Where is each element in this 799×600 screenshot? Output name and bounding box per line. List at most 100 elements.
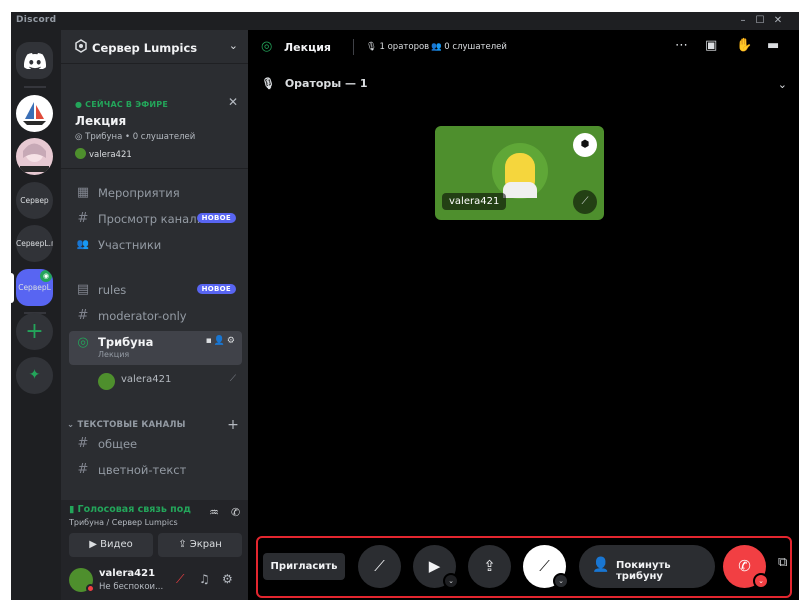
leave-user-icon: 👤 bbox=[592, 557, 610, 573]
hashtag-icon: # bbox=[77, 436, 89, 451]
stage-icon: ◎ bbox=[77, 335, 89, 350]
channel-color-text[interactable]: # цветной-текст bbox=[69, 458, 242, 482]
nav-browse-channels[interactable]: # Просмотр канал... НОВОЕ bbox=[69, 207, 242, 231]
username[interactable]: valera421 bbox=[99, 568, 155, 579]
nav-members-label: Участники bbox=[98, 238, 162, 252]
stage-control-bar: Пригласить ⟋ ▶ ⌄ ⇪ ⟋ ⌄ 👤 Покинуть трибун… bbox=[256, 536, 792, 598]
speaker-mute-button[interactable]: ⟋ ⌄ bbox=[523, 545, 569, 589]
nav-events-label: Мероприятия bbox=[98, 186, 180, 200]
members-icon: 👥 bbox=[76, 239, 90, 250]
invite-icon[interactable]: 👤 bbox=[214, 336, 227, 346]
signal-icon: ▮ bbox=[69, 504, 75, 515]
server-boost-icon bbox=[75, 39, 87, 53]
noise-suppression-icon[interactable]: ♒ bbox=[209, 506, 219, 519]
mic-toggle-button[interactable]: ⟋ bbox=[358, 545, 401, 588]
chat-icon[interactable]: ▬ bbox=[767, 38, 779, 53]
channel-color-label: цветной-текст bbox=[98, 463, 187, 477]
mic-muted-icon[interactable]: ⟋ bbox=[176, 572, 184, 587]
channel-general[interactable]: # общее bbox=[69, 432, 242, 456]
explore-servers-button[interactable]: ✦ bbox=[16, 357, 53, 394]
speaker-tile[interactable]: ⬢ valera421 ⟋ bbox=[435, 126, 604, 220]
video-button[interactable]: ▶ Видео bbox=[69, 533, 153, 557]
stage-icon: ◎ bbox=[75, 132, 83, 142]
participant-name: valera421 bbox=[121, 374, 172, 385]
server-serverl-active[interactable]: СерверL ◉ bbox=[16, 269, 53, 306]
nav-browse-label: Просмотр канал... bbox=[98, 212, 208, 226]
discord-logo-icon bbox=[24, 53, 46, 69]
screen-share-button[interactable]: ⇪ Экран bbox=[158, 533, 242, 557]
nav-members[interactable]: 👥 Участники bbox=[69, 233, 242, 257]
channel-actions: ▪👤⚙ bbox=[206, 336, 237, 346]
leave-stage-button[interactable]: 👤 Покинуть трибуну bbox=[579, 545, 715, 588]
live-badge: ● СЕЙЧАС В ЭФИРЕ bbox=[75, 100, 169, 109]
speakers-count: 🎙 1 ораторов bbox=[366, 42, 430, 52]
add-server-button[interactable]: + bbox=[16, 313, 53, 350]
home-button[interactable] bbox=[16, 42, 53, 79]
raise-hand-icon[interactable]: ✋ bbox=[736, 38, 752, 53]
live-meta: ◎ Трибуна • 0 слушателей bbox=[75, 132, 196, 142]
screen-share-button[interactable]: ⇪ bbox=[468, 545, 511, 588]
server-boat[interactable] bbox=[16, 95, 53, 132]
text-channels-category[interactable]: ⌄ ТЕКСТОВЫЕ КАНАЛЫ + bbox=[67, 417, 242, 433]
nav-events[interactable]: ▦ Мероприятия bbox=[69, 181, 242, 205]
add-channel-icon[interactable]: + bbox=[227, 417, 239, 433]
camera-icon: ▶ bbox=[89, 539, 97, 550]
mic-icon: 🎙 bbox=[261, 77, 275, 90]
voice-location: Трибуна / Сервер Lumpics bbox=[69, 518, 178, 527]
avatar bbox=[98, 373, 115, 390]
speaker-avatar-shirt bbox=[503, 182, 537, 198]
stage-icon: ◎ bbox=[261, 39, 273, 54]
chat-icon[interactable]: ▪ bbox=[206, 336, 214, 346]
disconnect-icon[interactable]: ✆ bbox=[231, 506, 240, 519]
voice-status[interactable]: ▮ Голосовая связь под bbox=[69, 504, 191, 515]
chevron-down-icon[interactable]: ⌄ bbox=[753, 573, 769, 589]
user-status: Не беспокои... bbox=[99, 582, 164, 592]
inbox-icon[interactable]: ▣ bbox=[705, 38, 717, 53]
hashtag-icon: # bbox=[77, 308, 89, 323]
title-bar: Discord – ☐ ✕ bbox=[11, 12, 799, 30]
rail-divider bbox=[24, 86, 46, 88]
live-user: valera421 bbox=[75, 148, 132, 160]
mic-muted-icon: ⟋ bbox=[229, 374, 236, 384]
gear-icon[interactable]: ⚙ bbox=[222, 572, 233, 586]
calendar-icon: ▦ bbox=[76, 185, 90, 200]
stage-header: ◎ Лекция 🎙 1 ораторов 👥 0 слушателей ⋯ ▣… bbox=[248, 30, 799, 64]
server-serverl-label: СерверL bbox=[18, 283, 51, 292]
hashtag-search-icon: # bbox=[77, 211, 89, 226]
channel-moderator-only[interactable]: # moderator-only bbox=[69, 304, 242, 328]
popout-icon[interactable]: ⧉ bbox=[778, 555, 787, 570]
camera-button[interactable]: ▶ ⌄ bbox=[413, 545, 459, 589]
channel-rules[interactable]: ▤ rules НОВОЕ bbox=[69, 278, 242, 302]
invite-button[interactable]: Пригласить bbox=[263, 553, 345, 580]
server-name: Сервер Lumpics bbox=[92, 41, 198, 55]
speakers-header[interactable]: 🎙 Ораторы — 1 bbox=[261, 77, 368, 90]
disconnect-button[interactable]: ✆ ⌄ bbox=[723, 545, 769, 589]
headphones-icon[interactable]: ♫ bbox=[199, 572, 210, 586]
chevron-down-icon[interactable]: ⌄ bbox=[778, 78, 787, 91]
chevron-down-icon[interactable]: ⌄ bbox=[229, 39, 238, 52]
gear-icon[interactable]: ⚙ bbox=[227, 336, 237, 346]
mic-icon: 🎙 bbox=[366, 42, 377, 52]
maximize-button[interactable]: ☐ bbox=[753, 14, 767, 28]
rules-icon: ▤ bbox=[76, 282, 90, 297]
users-icon: 👥 bbox=[431, 42, 442, 52]
live-stage-card[interactable]: ● СЕЙЧАС В ЭФИРЕ ✕ Лекция ◎ Трибуна • 0 … bbox=[61, 64, 248, 169]
close-icon[interactable]: ✕ bbox=[228, 95, 238, 109]
user-panel: valera421 Не беспокои... ⟋ ♫ ⚙ bbox=[61, 560, 248, 600]
server-anime[interactable] bbox=[16, 138, 53, 175]
server-server[interactable]: Сервер bbox=[16, 182, 53, 219]
new-badge: НОВОЕ bbox=[196, 213, 236, 223]
anime-avatar-icon bbox=[20, 143, 49, 172]
channel-stage-topic: Лекция bbox=[98, 350, 130, 359]
chevron-down-icon[interactable]: ⌄ bbox=[443, 573, 459, 589]
more-icon[interactable]: ⋯ bbox=[675, 38, 688, 53]
close-button[interactable]: ✕ bbox=[771, 14, 785, 28]
server-header[interactable]: Сервер Lumpics ⌄ bbox=[61, 30, 248, 64]
active-server-indicator bbox=[11, 273, 14, 303]
stage-participant[interactable]: valera421 ⟋ bbox=[69, 369, 242, 393]
channel-stage[interactable]: ◎ Трибуна Лекция ▪👤⚙ bbox=[69, 331, 242, 365]
chevron-down-icon[interactable]: ⌄ bbox=[553, 573, 569, 589]
server-rail: Сервер СерверL.г СерверL ◉ + ✦ bbox=[11, 30, 61, 600]
minimize-button[interactable]: – bbox=[736, 14, 750, 28]
server-serverl-g[interactable]: СерверL.г bbox=[16, 225, 53, 262]
